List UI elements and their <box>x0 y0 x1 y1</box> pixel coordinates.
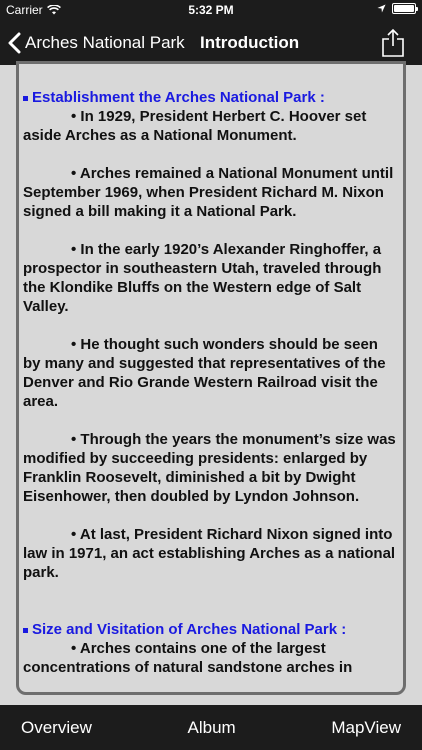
bottom-tab-bar: Overview Album MapView <box>0 705 422 750</box>
paragraph: • In the early 1920’s Alexander Ringhoff… <box>23 241 382 315</box>
navigation-bar: Arches National Park Introduction <box>0 20 422 65</box>
section-heading-text: Size and Visitation of Arches National P… <box>32 621 347 638</box>
back-button[interactable]: Arches National Park <box>8 28 185 58</box>
tab-overview[interactable]: Overview <box>21 718 92 738</box>
share-icon[interactable] <box>380 28 406 58</box>
content-area[interactable]: Establishment the Arches National Park :… <box>0 61 422 705</box>
article-text: Establishment the Arches National Park :… <box>19 64 403 677</box>
status-bar: Carrier 5:32 PM <box>0 0 422 20</box>
status-right-group <box>377 3 418 14</box>
paragraph: • He thought such wonders should be seen… <box>23 336 386 410</box>
paragraph: • Arches contains one of the largest con… <box>23 640 353 676</box>
chevron-left-icon <box>8 32 21 54</box>
page-title: Introduction <box>200 33 300 52</box>
paragraph: • Through the years the monument’s size … <box>23 431 396 505</box>
paragraph: • At last, President Richard Nixon signe… <box>23 526 396 581</box>
square-bullet-icon <box>23 96 28 101</box>
paragraph: • In 1929, President Herbert C. Hoover s… <box>23 108 367 144</box>
paragraph: • Arches remained a National Monument un… <box>23 165 394 220</box>
location-arrow-icon <box>377 4 386 13</box>
battery-icon <box>392 3 418 14</box>
tab-mapview[interactable]: MapView <box>331 718 401 738</box>
section-heading-establishment: Establishment the Arches National Park : <box>23 88 397 107</box>
section-heading-text: Establishment the Arches National Park : <box>32 89 325 106</box>
status-time: 5:32 PM <box>188 3 234 17</box>
text-scroll-view[interactable]: Establishment the Arches National Park :… <box>16 61 406 695</box>
back-label: Arches National Park <box>25 33 185 52</box>
square-bullet-icon <box>23 628 28 633</box>
section-heading-size-visitation: Size and Visitation of Arches National P… <box>23 620 397 639</box>
tab-album[interactable]: Album <box>188 718 236 738</box>
